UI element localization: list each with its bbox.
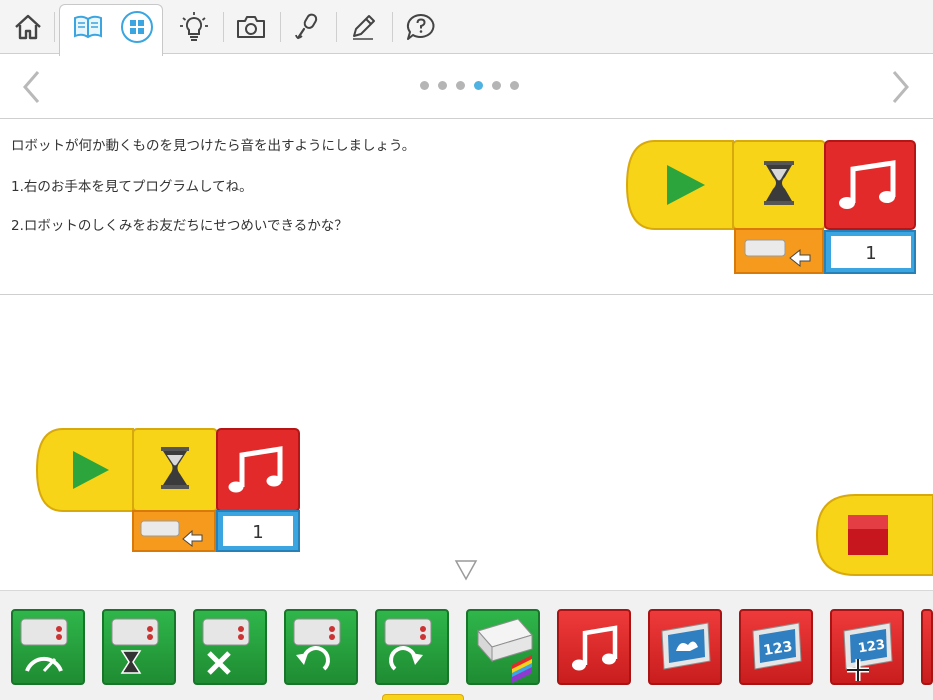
stop-button[interactable] <box>815 493 933 577</box>
microphone-button[interactable] <box>289 0 325 54</box>
motor-on-for-block[interactable] <box>102 609 176 685</box>
instruction-step-1: 1.右のお手本を見てプログラムしてね。 <box>11 179 253 195</box>
workspace-wait-block[interactable] <box>132 428 218 512</box>
book-button[interactable] <box>70 0 106 54</box>
display-background-block[interactable] <box>648 609 722 685</box>
example-sound-value: 1 <box>865 243 876 264</box>
home-button[interactable] <box>8 0 48 54</box>
instruction-intro: ロボットが何か動くものを見つけたら音を出すようにしましょう。 <box>11 138 416 154</box>
question-icon <box>406 13 435 40</box>
motor-off-block[interactable] <box>193 609 267 685</box>
home-icon <box>15 14 41 40</box>
hourglass-icon <box>111 618 159 674</box>
page-dot-5[interactable] <box>492 81 501 90</box>
page-dot-3[interactable] <box>456 81 465 90</box>
motor-power-icon <box>20 618 68 673</box>
page-dot-6[interactable] <box>510 81 519 90</box>
example-motion-sensor-block <box>734 228 824 274</box>
rainbow-light-icon <box>477 618 533 683</box>
example-wait-block <box>732 140 826 230</box>
collapse-palette-button[interactable] <box>454 559 478 581</box>
camera-icon <box>237 16 265 38</box>
display-add-number-icon: 123 <box>843 622 893 681</box>
camera-button[interactable] <box>232 0 270 54</box>
chevron-left-icon <box>23 71 40 103</box>
yellow-palette-tab[interactable] <box>382 694 464 700</box>
rotate-right-icon <box>384 618 432 671</box>
music-note-icon <box>572 625 618 671</box>
book-icon <box>74 15 102 39</box>
question-button[interactable] <box>402 0 440 54</box>
example-start-block <box>625 140 734 230</box>
lightbulb-button[interactable] <box>176 0 212 54</box>
display-add-number-block[interactable]: 123 <box>830 609 904 685</box>
instruction-step-2: 2.ロボットのしくみをお友だちにせつめいできるかな？ <box>11 218 348 234</box>
display-number-icon: 123 <box>752 622 802 670</box>
page-dot-1[interactable] <box>420 81 429 90</box>
toolbar <box>0 0 933 56</box>
lightbulb-icon <box>180 12 208 41</box>
workspace-sound-value[interactable]: 1 <box>252 522 263 543</box>
grid-icon <box>121 11 153 43</box>
microphone-icon <box>295 13 318 40</box>
display-number-block[interactable]: 123 <box>739 609 813 685</box>
workspace-program[interactable]: 1 <box>35 427 303 555</box>
pencil-button[interactable] <box>345 0 381 54</box>
example-program: 1 <box>625 140 916 274</box>
motor-power-block[interactable] <box>11 609 85 685</box>
example-sound-block: 1 <box>824 140 916 274</box>
page-dot-2[interactable] <box>438 81 447 90</box>
grid-button[interactable] <box>119 0 155 54</box>
light-block[interactable] <box>466 609 540 685</box>
display-image-icon <box>661 622 711 670</box>
page-indicator-dots <box>420 81 519 90</box>
pencil-icon <box>353 15 375 40</box>
workspace-sound-block[interactable]: 1 <box>216 428 300 552</box>
rotate-left-icon <box>293 618 341 671</box>
previous-page-button[interactable] <box>18 69 48 105</box>
motor-direction-right-block[interactable] <box>375 609 449 685</box>
workspace-start-block[interactable] <box>35 428 134 512</box>
triangle-down-icon <box>454 560 478 581</box>
close-icon <box>202 618 250 675</box>
page-dot-4[interactable] <box>474 81 483 90</box>
chevron-right-icon <box>892 71 909 103</box>
workspace-motion-sensor-block[interactable] <box>132 510 216 552</box>
motor-direction-left-block[interactable] <box>284 609 358 685</box>
next-page-button[interactable] <box>886 69 916 105</box>
sound-block[interactable] <box>557 609 631 685</box>
palette-next-block-partial[interactable] <box>921 609 933 685</box>
